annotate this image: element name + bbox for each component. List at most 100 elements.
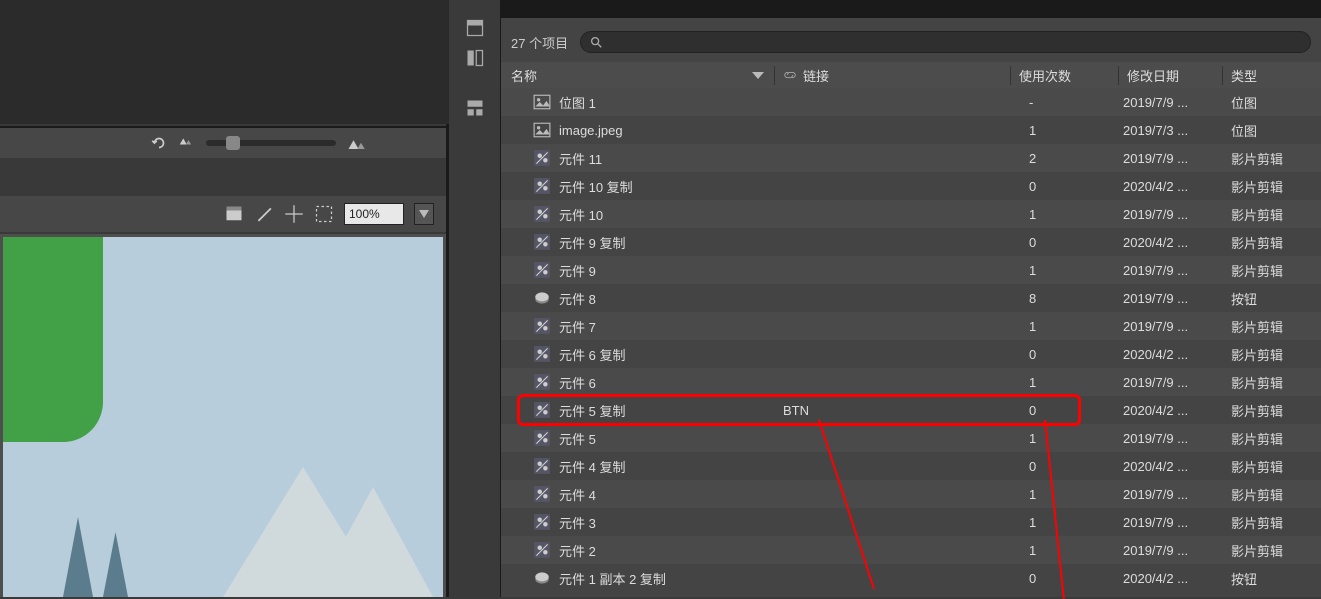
item-date: 2020/4/2 ...: [1119, 235, 1223, 250]
item-use-count: 1: [1011, 319, 1119, 334]
registration-icon[interactable]: [284, 204, 304, 224]
item-date: 2020/4/2 ...: [1119, 179, 1223, 194]
panel-titlebar: [501, 0, 1321, 18]
zoom-dropdown[interactable]: [414, 203, 434, 225]
item-type: 位图: [1223, 93, 1321, 112]
library-row[interactable]: 元件 5 复制BTN02020/4/2 ...影片剪辑: [501, 396, 1321, 424]
column-header-use[interactable]: 使用次数: [1011, 66, 1119, 85]
item-use-count: 1: [1011, 123, 1119, 138]
zoom-input[interactable]: 100%: [344, 203, 404, 225]
mc-icon: [533, 233, 551, 251]
item-date: 2019/7/9 ...: [1119, 291, 1223, 306]
item-name: 元件 9: [559, 261, 596, 280]
bounding-box-icon[interactable]: [314, 204, 334, 224]
mc-icon: [533, 261, 551, 279]
item-type: 影片剪辑: [1223, 317, 1321, 336]
item-use-count: 0: [1011, 235, 1119, 250]
item-name: 元件 1 副本 2 复制: [559, 569, 666, 588]
library-row[interactable]: 元件 1012019/7/9 ...影片剪辑: [501, 200, 1321, 228]
undo-icon[interactable]: [150, 134, 168, 152]
item-use-count: 0: [1011, 347, 1119, 362]
item-use-count: 0: [1011, 459, 1119, 474]
item-link: BTN: [775, 403, 1011, 418]
item-date: 2020/4/2 ...: [1119, 571, 1223, 586]
library-row[interactable]: 元件 712019/7/9 ...影片剪辑: [501, 312, 1321, 340]
column-header-name[interactable]: 名称: [501, 66, 775, 85]
item-date: 2020/4/2 ...: [1119, 403, 1223, 418]
library-row[interactable]: 元件 1 副本 2 复制02020/4/2 ...按钮: [501, 564, 1321, 592]
dock-icon-2[interactable]: [465, 48, 487, 70]
item-type: 影片剪辑: [1223, 177, 1321, 196]
mc-icon: [533, 373, 551, 391]
dock-icon-3[interactable]: [465, 98, 487, 120]
item-use-count: 0: [1011, 571, 1119, 586]
item-use-count: 8: [1011, 291, 1119, 306]
item-name: 元件 3: [559, 513, 596, 532]
btn-icon: [533, 569, 551, 587]
item-type: 位图: [1223, 121, 1321, 140]
mc-icon: [533, 177, 551, 195]
item-type: 影片剪辑: [1223, 345, 1321, 364]
item-name: 元件 10 复制: [559, 177, 633, 196]
item-type: 影片剪辑: [1223, 457, 1321, 476]
clapper-icon[interactable]: [224, 204, 244, 224]
item-date: 2019/7/9 ...: [1119, 375, 1223, 390]
mc-icon: [533, 541, 551, 559]
library-row[interactable]: 元件 10 复制02020/4/2 ...影片剪辑: [501, 172, 1321, 200]
library-row[interactable]: 元件 512019/7/9 ...影片剪辑: [501, 424, 1321, 452]
item-date: 2019/7/9 ...: [1119, 263, 1223, 278]
item-use-count: 1: [1011, 263, 1119, 278]
stage-viewport[interactable]: [0, 234, 446, 597]
easing-slider-row: [0, 128, 446, 158]
mountain-small-icon: [178, 134, 196, 152]
item-use-count: 1: [1011, 431, 1119, 446]
item-date: 2019/7/9 ...: [1119, 431, 1223, 446]
item-type: 影片剪辑: [1223, 149, 1321, 168]
item-name: 元件 6 复制: [559, 345, 625, 364]
library-row[interactable]: 元件 212019/7/9 ...影片剪辑: [501, 536, 1321, 564]
item-type: 影片剪辑: [1223, 429, 1321, 448]
item-date: 2019/7/9 ...: [1119, 95, 1223, 110]
library-row[interactable]: 位图 1-2019/7/9 ...位图: [501, 88, 1321, 116]
library-row[interactable]: 元件 9 12019/7/9 ...影片剪辑: [501, 256, 1321, 284]
dock-icon-1[interactable]: [465, 18, 487, 40]
library-row[interactable]: 元件 612019/7/9 ...影片剪辑: [501, 368, 1321, 396]
library-row[interactable]: 元件 4 复制02020/4/2 ...影片剪辑: [501, 452, 1321, 480]
mc-icon: [533, 317, 551, 335]
item-use-count: 0: [1011, 403, 1119, 418]
item-name: 元件 4 复制: [559, 457, 625, 476]
panel-dock-column: [454, 0, 498, 597]
item-date: 2019/7/3 ...: [1119, 123, 1223, 138]
item-type: 影片剪辑: [1223, 261, 1321, 280]
item-date: 2019/7/9 ...: [1119, 515, 1223, 530]
library-body[interactable]: 位图 1-2019/7/9 ...位图image.jpeg12019/7/3 .…: [501, 88, 1321, 597]
pen-icon[interactable]: [254, 204, 274, 224]
column-header-type[interactable]: 类型: [1223, 66, 1321, 85]
item-use-count: 2: [1011, 151, 1119, 166]
library-row[interactable]: image.jpeg 12019/7/3 ...位图: [501, 116, 1321, 144]
item-use-count: -: [1011, 95, 1119, 110]
library-search-input[interactable]: [580, 31, 1311, 53]
item-count-label: 27 个项目: [511, 33, 568, 52]
library-row[interactable]: 元件 9 复制02020/4/2 ...影片剪辑: [501, 228, 1321, 256]
item-type: 影片剪辑: [1223, 373, 1321, 392]
item-type: 影片剪辑: [1223, 401, 1321, 420]
column-header-link[interactable]: 链接: [775, 66, 1011, 85]
sort-desc-icon: [752, 72, 764, 79]
btn-icon: [533, 289, 551, 307]
library-row[interactable]: 元件 6 复制02020/4/2 ...影片剪辑: [501, 340, 1321, 368]
item-name: image.jpeg: [559, 123, 623, 138]
stage-tool-row: 100%: [0, 196, 446, 232]
library-row[interactable]: 元件 1122019/7/9 ...影片剪辑: [501, 144, 1321, 172]
library-row[interactable]: 元件 882019/7/9 ...按钮: [501, 284, 1321, 312]
item-name: 元件 10: [559, 205, 603, 224]
item-type: 影片剪辑: [1223, 513, 1321, 532]
item-type: 影片剪辑: [1223, 205, 1321, 224]
item-use-count: 1: [1011, 207, 1119, 222]
library-row[interactable]: 元件 412019/7/9 ...影片剪辑: [501, 480, 1321, 508]
mc-icon: [533, 345, 551, 363]
mc-icon: [533, 149, 551, 167]
library-row[interactable]: 元件 312019/7/9 ...影片剪辑: [501, 508, 1321, 536]
column-header-date[interactable]: 修改日期: [1119, 66, 1223, 85]
mountain-large-icon: [346, 134, 364, 152]
